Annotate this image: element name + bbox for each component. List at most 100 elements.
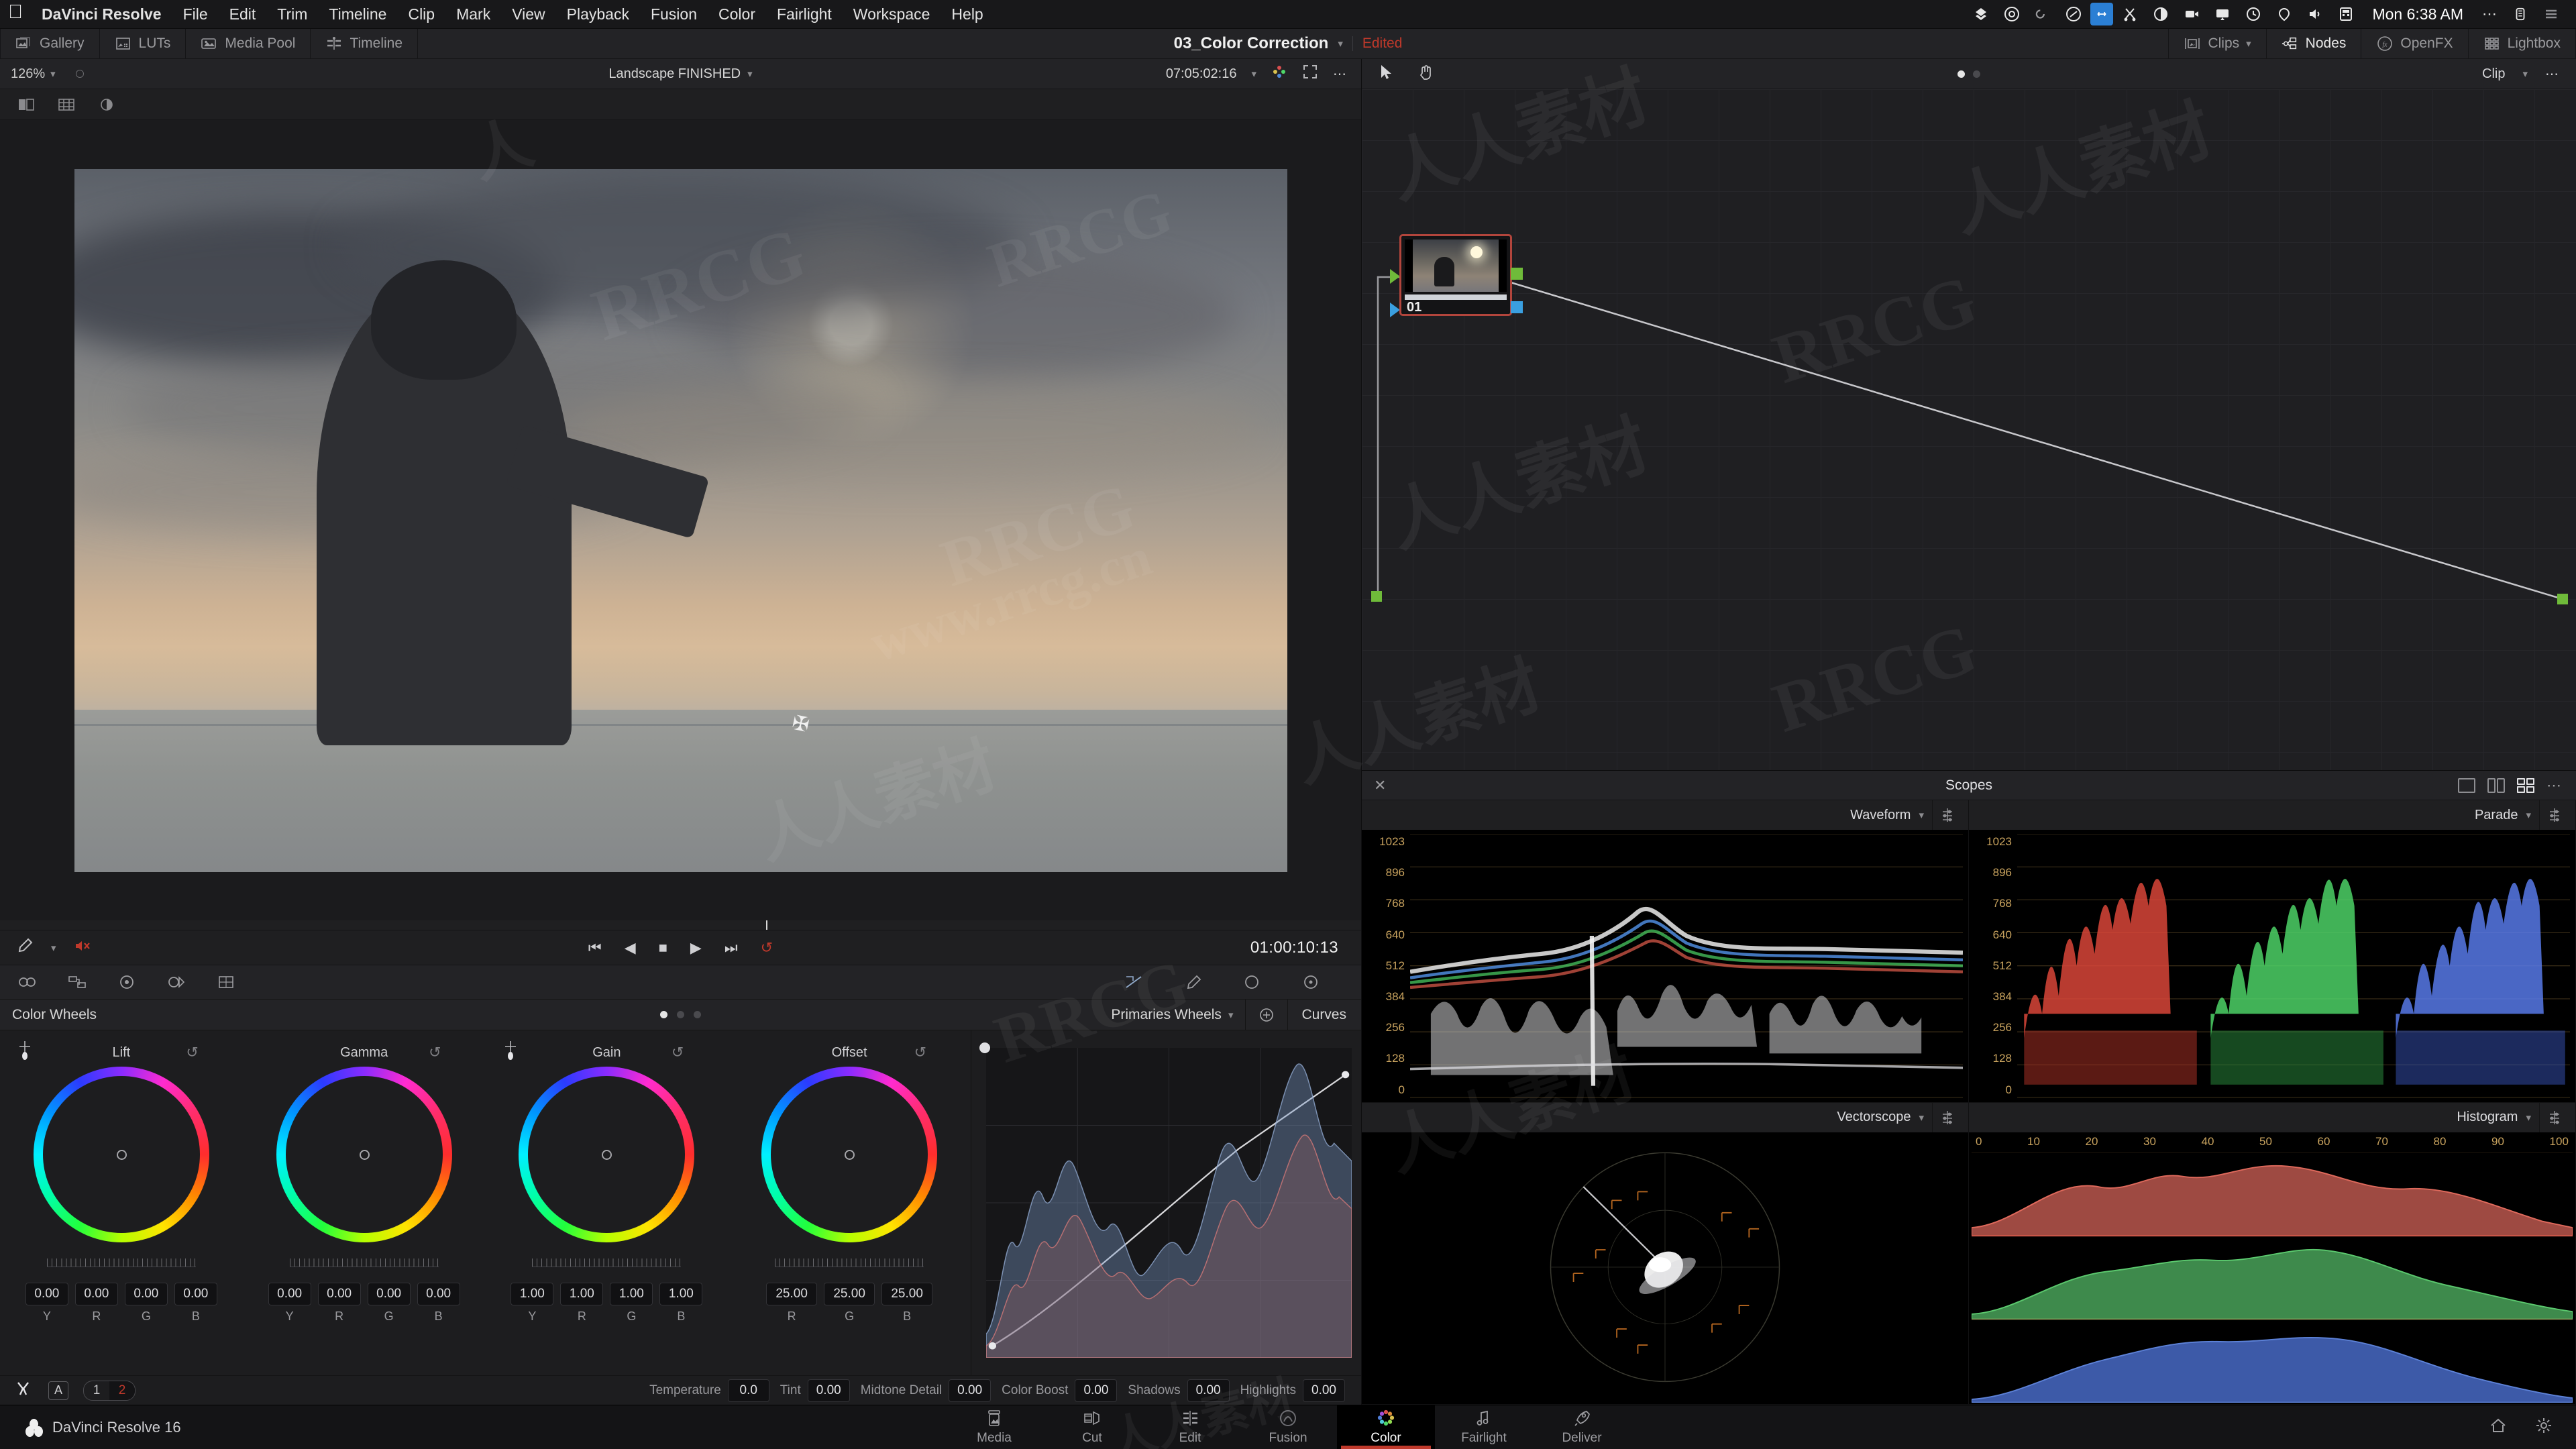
- airplay-icon[interactable]: [2208, 0, 2237, 28]
- loop-icon[interactable]: ↺: [761, 939, 773, 957]
- apple-menu-icon[interactable]: : [0, 3, 31, 25]
- lift-r-value[interactable]: 0.00: [74, 1283, 118, 1305]
- scope-name[interactable]: Vectorscope: [1837, 1110, 1911, 1125]
- param-value[interactable]: 0.00: [1187, 1379, 1230, 1402]
- node-input-rgb-icon[interactable]: [1390, 269, 1400, 284]
- menu-item-edit[interactable]: Edit: [219, 5, 267, 23]
- page-dot[interactable]: [694, 1011, 701, 1018]
- vectorscope-display[interactable]: [1362, 1132, 1968, 1404]
- gamma-b-value[interactable]: 0.00: [417, 1283, 460, 1305]
- menu-item-help[interactable]: Help: [941, 5, 994, 23]
- screen-record-icon[interactable]: [2178, 0, 2206, 28]
- gamma-color-wheel[interactable]: [276, 1067, 452, 1242]
- node-output-rgb-icon[interactable]: [1511, 268, 1523, 280]
- offset-color-wheel[interactable]: [761, 1067, 938, 1242]
- viewer-clip-name[interactable]: Landscape FINISHED: [608, 66, 741, 82]
- scope-settings-icon[interactable]: [2539, 800, 2569, 830]
- gallery-button[interactable]: Gallery: [0, 29, 100, 58]
- bluetooth-icon[interactable]: [2090, 3, 2114, 25]
- menubar-clock[interactable]: Mon 6:38 AM: [2363, 5, 2473, 23]
- circle-icon[interactable]: [1301, 973, 1321, 991]
- keyframe-icon[interactable]: [15, 1380, 34, 1401]
- node-output-key-icon[interactable]: [1511, 301, 1523, 313]
- gain-r-value[interactable]: 1.00: [560, 1283, 604, 1305]
- reset-icon[interactable]: ↺: [914, 1044, 926, 1061]
- media-pool-button[interactable]: Media Pool: [186, 29, 311, 58]
- offset-g-value[interactable]: 25.00: [824, 1283, 875, 1305]
- menu-item-fairlight[interactable]: Fairlight: [766, 5, 843, 23]
- highlight-icon[interactable]: [1242, 973, 1262, 991]
- project-name[interactable]: 03_Color Correction: [1174, 34, 1329, 53]
- page-tab-fusion[interactable]: Fusion: [1239, 1405, 1337, 1449]
- page-dot[interactable]: [660, 1011, 667, 1018]
- offset-slider[interactable]: [775, 1256, 924, 1269]
- time-machine-icon[interactable]: [2239, 0, 2267, 28]
- nodes-button[interactable]: Nodes: [2267, 29, 2362, 58]
- page-dot[interactable]: [677, 1011, 684, 1018]
- reset-icon[interactable]: ↺: [672, 1044, 684, 1061]
- menu-item-file[interactable]: File: [172, 5, 219, 23]
- lift-slider[interactable]: [46, 1256, 196, 1269]
- scope-name[interactable]: Parade: [2475, 808, 2518, 823]
- gamma-slider[interactable]: [289, 1256, 439, 1269]
- play-forward-icon[interactable]: ▶: [690, 939, 702, 957]
- volume-icon[interactable]: [2301, 0, 2329, 28]
- gain-slider[interactable]: [532, 1256, 682, 1269]
- waveform-display[interactable]: 1023 896 768 640 512 384 256 128 0: [1362, 830, 1968, 1102]
- chevron-down-icon[interactable]: ▾: [747, 68, 753, 80]
- scope-name[interactable]: Waveform: [1850, 808, 1911, 823]
- page-tab-deliver[interactable]: Deliver: [1533, 1405, 1631, 1449]
- menu-item-playback[interactable]: Playback: [556, 5, 640, 23]
- gain-b-value[interactable]: 1.00: [659, 1283, 703, 1305]
- siri-icon[interactable]: ⋯: [2475, 0, 2504, 28]
- page-tab-cut[interactable]: Cut: [1043, 1405, 1141, 1449]
- lightbox-button[interactable]: Lightbox: [2469, 29, 2576, 58]
- skip-end-icon[interactable]: ⏭: [724, 939, 738, 957]
- skip-start-icon[interactable]: ⏮: [588, 939, 602, 957]
- menu-item-workspace[interactable]: Workspace: [843, 5, 941, 23]
- menu-item-color[interactable]: Color: [708, 5, 766, 23]
- node-01[interactable]: 01: [1399, 234, 1512, 316]
- menu-item-davinci-resolve[interactable]: DaVinci Resolve: [31, 5, 172, 23]
- timeline-button[interactable]: Timeline: [311, 29, 419, 58]
- wipe-icon[interactable]: [1124, 973, 1144, 991]
- node-input-key-icon[interactable]: [1390, 303, 1400, 317]
- histogram-display[interactable]: 0 10 20 30 40 50 60 70 80 90 100: [1969, 1132, 2575, 1404]
- scope-name[interactable]: Histogram: [2457, 1110, 2518, 1125]
- chevron-down-icon[interactable]: ▾: [1919, 1112, 1924, 1124]
- openfx-button[interactable]: fx OpenFX: [2361, 29, 2469, 58]
- chevron-down-icon[interactable]: ▾: [1919, 809, 1924, 821]
- curve-control-point[interactable]: [979, 1042, 990, 1053]
- chevron-down-icon[interactable]: ▾: [2526, 809, 2531, 821]
- tracker-icon[interactable]: [216, 973, 236, 991]
- stop-icon[interactable]: ■: [659, 939, 667, 957]
- input-source-icon[interactable]: [2332, 0, 2360, 28]
- color-match-icon[interactable]: [17, 973, 38, 991]
- contrast-icon[interactable]: [2147, 0, 2175, 28]
- scissors-icon[interactable]: [2116, 0, 2144, 28]
- menu-item-fusion[interactable]: Fusion: [640, 5, 708, 23]
- gamma-g-value[interactable]: 0.00: [367, 1283, 411, 1305]
- viewer-scrubber[interactable]: [0, 920, 1361, 930]
- viewer-canvas[interactable]: ✠: [0, 120, 1361, 920]
- chevron-down-icon[interactable]: ▾: [2526, 1112, 2531, 1124]
- split-view-icon[interactable]: [16, 96, 36, 113]
- lift-color-wheel[interactable]: [33, 1067, 209, 1242]
- scope-settings-icon[interactable]: [2539, 1102, 2569, 1132]
- output-port-icon[interactable]: [2557, 594, 2568, 604]
- gain-y-value[interactable]: 1.00: [511, 1283, 554, 1305]
- reset-icon[interactable]: ↺: [186, 1044, 198, 1061]
- grid-view-icon[interactable]: [56, 96, 76, 113]
- offset-r-value[interactable]: 25.00: [766, 1283, 818, 1305]
- scope-settings-icon[interactable]: [1932, 800, 1962, 830]
- page-tab-media[interactable]: Media: [945, 1405, 1043, 1449]
- gamma-y-value[interactable]: 0.00: [268, 1283, 311, 1305]
- play-reverse-icon[interactable]: ◀: [625, 939, 636, 957]
- chevron-down-icon[interactable]: ▾: [1338, 38, 1343, 50]
- location-icon[interactable]: [2270, 0, 2298, 28]
- page-tab-color[interactable]: Color: [1337, 1405, 1435, 1449]
- page-tab-edit[interactable]: Edit: [1141, 1405, 1239, 1449]
- menu-item-timeline[interactable]: Timeline: [318, 5, 397, 23]
- version-2-button[interactable]: 2: [109, 1381, 135, 1400]
- creative-cloud-icon[interactable]: [2059, 0, 2088, 28]
